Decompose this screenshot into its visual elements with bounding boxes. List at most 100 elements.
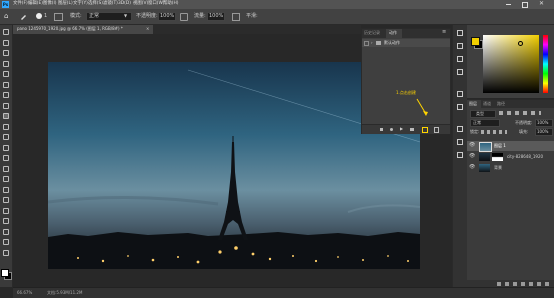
brush-tool-icon[interactable]	[3, 113, 9, 119]
pen-tool-icon[interactable]	[3, 187, 9, 193]
eyedropper-tool-icon[interactable]	[3, 92, 9, 98]
adjustments-panel-icon[interactable]	[457, 104, 463, 110]
move-tool-icon[interactable]	[3, 29, 9, 35]
zoom-level[interactable]: 66.67%	[17, 291, 32, 295]
maximize-button[interactable]	[522, 2, 528, 8]
channels-panel-icon[interactable]	[457, 139, 463, 145]
minimize-button[interactable]	[506, 4, 511, 5]
stop-icon[interactable]	[380, 128, 383, 131]
more-tools-icon[interactable]	[3, 250, 9, 256]
record-icon[interactable]	[390, 128, 393, 131]
paths-panel-icon[interactable]	[457, 152, 463, 158]
rectangle-tool-icon[interactable]	[3, 218, 9, 224]
blur-tool-icon[interactable]	[3, 166, 9, 172]
layer-row[interactable]: 👁 图层 1	[467, 141, 554, 152]
hue-slider[interactable]	[543, 35, 548, 93]
layer-mask-thumbnail	[492, 153, 503, 161]
layer-name: 背景	[494, 165, 502, 170]
tab-layers[interactable]: 图层	[467, 100, 481, 108]
opacity-field[interactable]: 100%	[158, 12, 176, 21]
swatches-panel-icon[interactable]	[457, 69, 463, 75]
color-panel-icon[interactable]	[457, 56, 463, 62]
lock-label: 锁定:	[470, 129, 480, 134]
pressure-opacity-icon[interactable]	[180, 13, 188, 21]
new-set-folder-icon[interactable]	[410, 128, 414, 131]
dodge-tool-icon[interactable]	[3, 176, 9, 182]
layer-row[interactable]: 👁 背景	[467, 163, 554, 173]
tab-history[interactable]: 历史记录	[362, 29, 386, 38]
color-picker-cursor[interactable]	[518, 41, 523, 46]
blend-mode-select[interactable]: 正常	[470, 119, 500, 127]
healing-tool-icon[interactable]	[3, 103, 9, 109]
visibility-eye-icon[interactable]: 👁	[469, 154, 475, 159]
layer-thumbnail	[479, 142, 492, 152]
history-brush-tool-icon[interactable]	[3, 134, 9, 140]
tab-actions[interactable]: 动作	[386, 29, 402, 38]
quick-select-tool-icon[interactable]	[3, 61, 9, 67]
document-tab[interactable]: pano 1245970_1920.jpg @ 66.7% (图层 1, RGB…	[13, 25, 153, 34]
menu-item[interactable]: 图层(L)	[58, 1, 73, 6]
fill-field[interactable]: 100%	[535, 128, 553, 136]
flow-field[interactable]: 100%	[207, 12, 225, 21]
visibility-eye-icon[interactable]: 👁	[469, 165, 475, 170]
lock-icons[interactable]	[481, 130, 507, 134]
menu-item[interactable]: 文字(Y)	[73, 1, 88, 6]
airbrush-icon[interactable]	[232, 13, 240, 21]
brush-tool-icon[interactable]	[20, 13, 27, 20]
action-set-row[interactable]: › 默认动作	[362, 39, 450, 47]
tab-close-icon[interactable]: ×	[146, 27, 149, 31]
expand-arrow-icon[interactable]: ›	[371, 41, 373, 45]
gradient-tool-icon[interactable]	[3, 155, 9, 161]
path-select-tool-icon[interactable]	[3, 208, 9, 214]
layer-name: 图层 1	[494, 143, 506, 148]
type-tool-icon[interactable]	[3, 197, 9, 203]
color-panel	[467, 25, 554, 98]
menu-item[interactable]: 3D(D)	[118, 1, 131, 6]
frame-tool-icon[interactable]	[3, 82, 9, 88]
panel-menu-icon[interactable]: ≡	[442, 30, 446, 35]
visibility-eye-icon[interactable]: 👁	[469, 143, 475, 148]
mode-label: 模式:	[70, 13, 82, 19]
marquee-tool-icon[interactable]	[3, 40, 9, 46]
eraser-tool-icon[interactable]	[3, 145, 9, 151]
menu-item[interactable]: 文件(F)	[13, 1, 28, 6]
zoom-tool-icon[interactable]	[3, 239, 9, 245]
brush-settings-icon[interactable]	[54, 13, 63, 21]
new-action-icon[interactable]	[422, 127, 428, 133]
lasso-tool-icon[interactable]	[3, 50, 9, 56]
mode-select[interactable]: 正常 ▼	[86, 12, 132, 21]
home-icon[interactable]: ⌂	[4, 13, 8, 20]
layers-panel: 图层 通道 路径 类型 正常 不透明度: 100% 锁定: 填充: 100% 👁…	[467, 99, 554, 288]
menu-item[interactable]: 编辑(E)	[28, 1, 43, 6]
layers-panel-icon[interactable]	[457, 126, 463, 132]
layer-row[interactable]: 👁 city-828648_1920	[467, 152, 554, 162]
layer-kind-filter[interactable]: 类型	[470, 110, 496, 118]
history-panel-icon[interactable]	[457, 30, 463, 36]
trash-icon[interactable]	[434, 127, 439, 133]
brush-preset-picker[interactable]	[36, 13, 42, 19]
menu-item[interactable]: 滤镜(T)	[103, 1, 118, 6]
actions-panel-icon[interactable]	[457, 43, 463, 49]
filter-icons[interactable]	[499, 111, 541, 115]
hand-tool-icon[interactable]	[3, 229, 9, 235]
close-button[interactable]: ✕	[539, 1, 544, 7]
menu-item[interactable]: 视图(V)	[133, 1, 148, 6]
menu-item[interactable]: 帮助(H)	[163, 1, 179, 6]
properties-panel-icon[interactable]	[457, 91, 463, 97]
tab-channels[interactable]: 通道	[481, 100, 495, 108]
folder-icon	[376, 41, 381, 45]
options-bar: ⌂ 1 模式: 正常 ▼ 不透明度: 100% 流量: 100% 平滑:	[0, 9, 554, 25]
crop-tool-icon[interactable]	[3, 71, 9, 77]
menu-item[interactable]: 选择(S)	[88, 1, 103, 6]
play-icon[interactable]: ▶	[400, 127, 403, 131]
stamp-tool-icon[interactable]	[3, 124, 9, 130]
tab-paths[interactable]: 路径	[495, 100, 509, 108]
color-panel-fg-swatch[interactable]	[471, 37, 480, 46]
layer-opacity-field[interactable]: 100%	[535, 119, 553, 127]
menu-item[interactable]: 图像(I)	[43, 1, 57, 6]
color-picker-field[interactable]	[483, 35, 539, 93]
foreground-color-swatch[interactable]	[1, 269, 9, 277]
opacity-label: 不透明度:	[136, 13, 158, 19]
layer-action-icons[interactable]	[497, 282, 551, 286]
checkbox-icon[interactable]	[364, 41, 369, 46]
